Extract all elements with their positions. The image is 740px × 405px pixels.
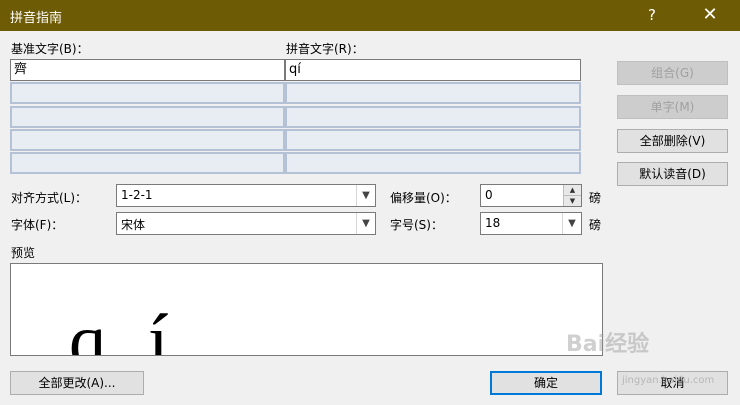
default-reading-button[interactable]: 默认读音(D) [617, 162, 728, 186]
pinyin-text-field-2[interactable] [285, 82, 581, 104]
offset-unit: 磅 [589, 191, 602, 205]
alignment-select[interactable]: 1-2-1 ▼ [116, 184, 376, 207]
alignment-label: 对齐方式(L)： [11, 191, 88, 205]
offset-label: 偏移量(O)： [390, 191, 457, 205]
spin-down-icon[interactable]: ▼ [563, 196, 581, 206]
size-value: 18 [485, 216, 501, 230]
base-text-field-5[interactable] [10, 152, 285, 174]
watermark-url: jingyan.baidu.com [622, 375, 715, 386]
base-text-field-1[interactable]: 齊 [10, 59, 285, 81]
ok-button[interactable]: 确定 [490, 371, 602, 395]
watermark-logo: Bai经验 [566, 332, 650, 357]
preview-box: qí [10, 263, 603, 356]
size-label: 字号(S)： [390, 218, 443, 232]
pinyin-text-label: 拼音文字(R)： [286, 42, 364, 56]
offset-stepper[interactable]: 0 ▲ ▼ [480, 184, 582, 207]
preview-text: qí [69, 300, 211, 356]
size-select[interactable]: 18 ▼ [480, 212, 582, 235]
base-text-field-2[interactable] [10, 82, 285, 104]
size-unit: 磅 [589, 218, 602, 232]
chevron-down-icon[interactable]: ▼ [356, 213, 375, 234]
pinyin-text-field-5[interactable] [285, 152, 581, 174]
font-select[interactable]: 宋体 ▼ [116, 212, 376, 235]
chevron-down-icon[interactable]: ▼ [356, 185, 375, 206]
preview-label: 预览 [11, 246, 36, 260]
close-button[interactable]: ✕ [692, 2, 728, 28]
chevron-down-icon[interactable]: ▼ [562, 213, 581, 234]
base-text-field-3[interactable] [10, 106, 285, 128]
spin-up-icon[interactable]: ▲ [563, 185, 581, 196]
title-bar [0, 0, 740, 31]
single-char-button[interactable]: 单字(M) [617, 95, 728, 119]
pinyin-text-field-3[interactable] [285, 106, 581, 128]
font-value: 宋体 [121, 218, 146, 232]
delete-all-button[interactable]: 全部删除(V) [617, 129, 728, 153]
change-all-button[interactable]: 全部更改(A)... [10, 371, 144, 395]
base-text-field-4[interactable] [10, 129, 285, 151]
pinyin-text-field-1[interactable]: qí [285, 59, 581, 81]
help-button[interactable]: ? [638, 4, 666, 26]
combine-button[interactable]: 组合(G) [617, 61, 728, 85]
font-label: 字体(F)： [11, 218, 64, 232]
base-text-label: 基准文字(B)： [11, 42, 89, 56]
offset-value: 0 [485, 188, 493, 202]
window-title: 拼音指南 [10, 11, 63, 26]
pinyin-text-field-4[interactable] [285, 129, 581, 151]
alignment-value: 1-2-1 [121, 188, 153, 202]
